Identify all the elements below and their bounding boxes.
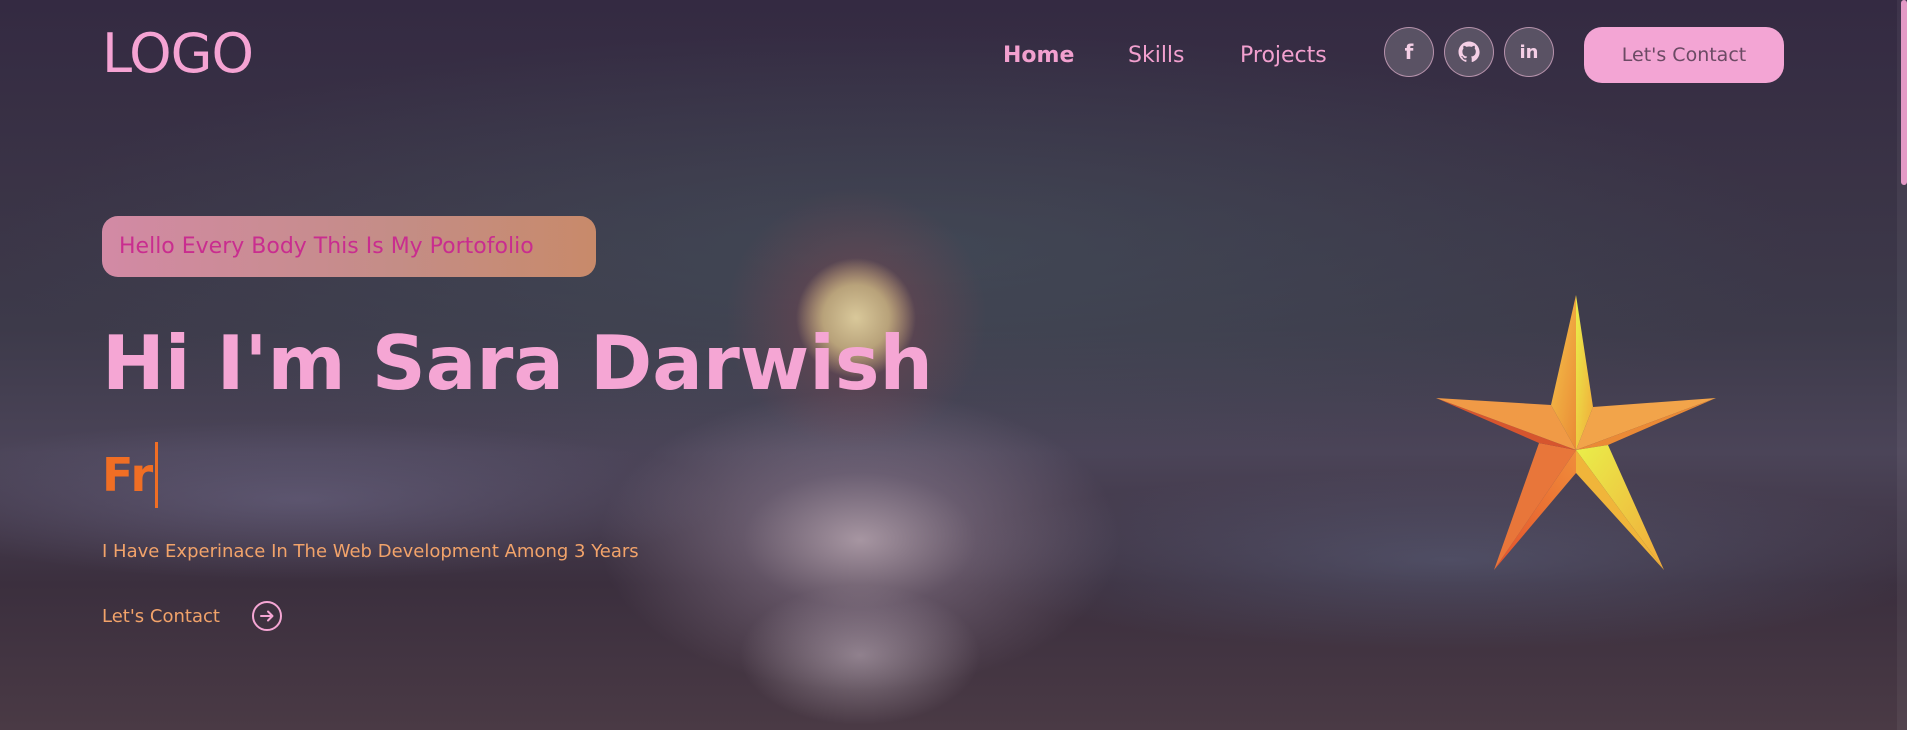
lets-contact-button[interactable]: Let's Contact <box>1584 27 1784 83</box>
nav-home[interactable]: Home <box>1003 40 1074 72</box>
linkedin-icon: in <box>1519 41 1539 63</box>
facebook-icon: f <box>1404 40 1414 64</box>
linkedin-button[interactable]: in <box>1504 27 1554 77</box>
github-icon <box>1457 40 1481 64</box>
arrow-right-circle-icon <box>251 601 282 631</box>
hero-description: I Have Experinace In The Web Development… <box>102 541 639 562</box>
lets-contact-link[interactable]: Let's Contact <box>102 596 282 636</box>
text-caret <box>155 442 159 508</box>
hero-title: Hi I'm Sara Darwish <box>102 319 933 407</box>
logo[interactable]: LOGO <box>102 18 254 90</box>
nav-projects[interactable]: Projects <box>1240 40 1327 72</box>
scrollbar-thumb[interactable] <box>1901 0 1907 185</box>
nav-skills[interactable]: Skills <box>1128 40 1185 72</box>
page-scrollbar[interactable] <box>1897 0 1907 730</box>
typed-role: Fr <box>102 442 159 508</box>
site-header: LOGO Home Skills Projects f in Let's Con… <box>0 0 1907 110</box>
contact-link-label: Let's Contact <box>102 605 220 627</box>
typed-text: Fr <box>102 448 154 502</box>
tagline-badge: Hello Every Body This Is My Portofolio <box>102 216 596 277</box>
facebook-button[interactable]: f <box>1384 27 1434 77</box>
star-icon <box>1436 295 1716 579</box>
github-button[interactable] <box>1444 27 1494 77</box>
